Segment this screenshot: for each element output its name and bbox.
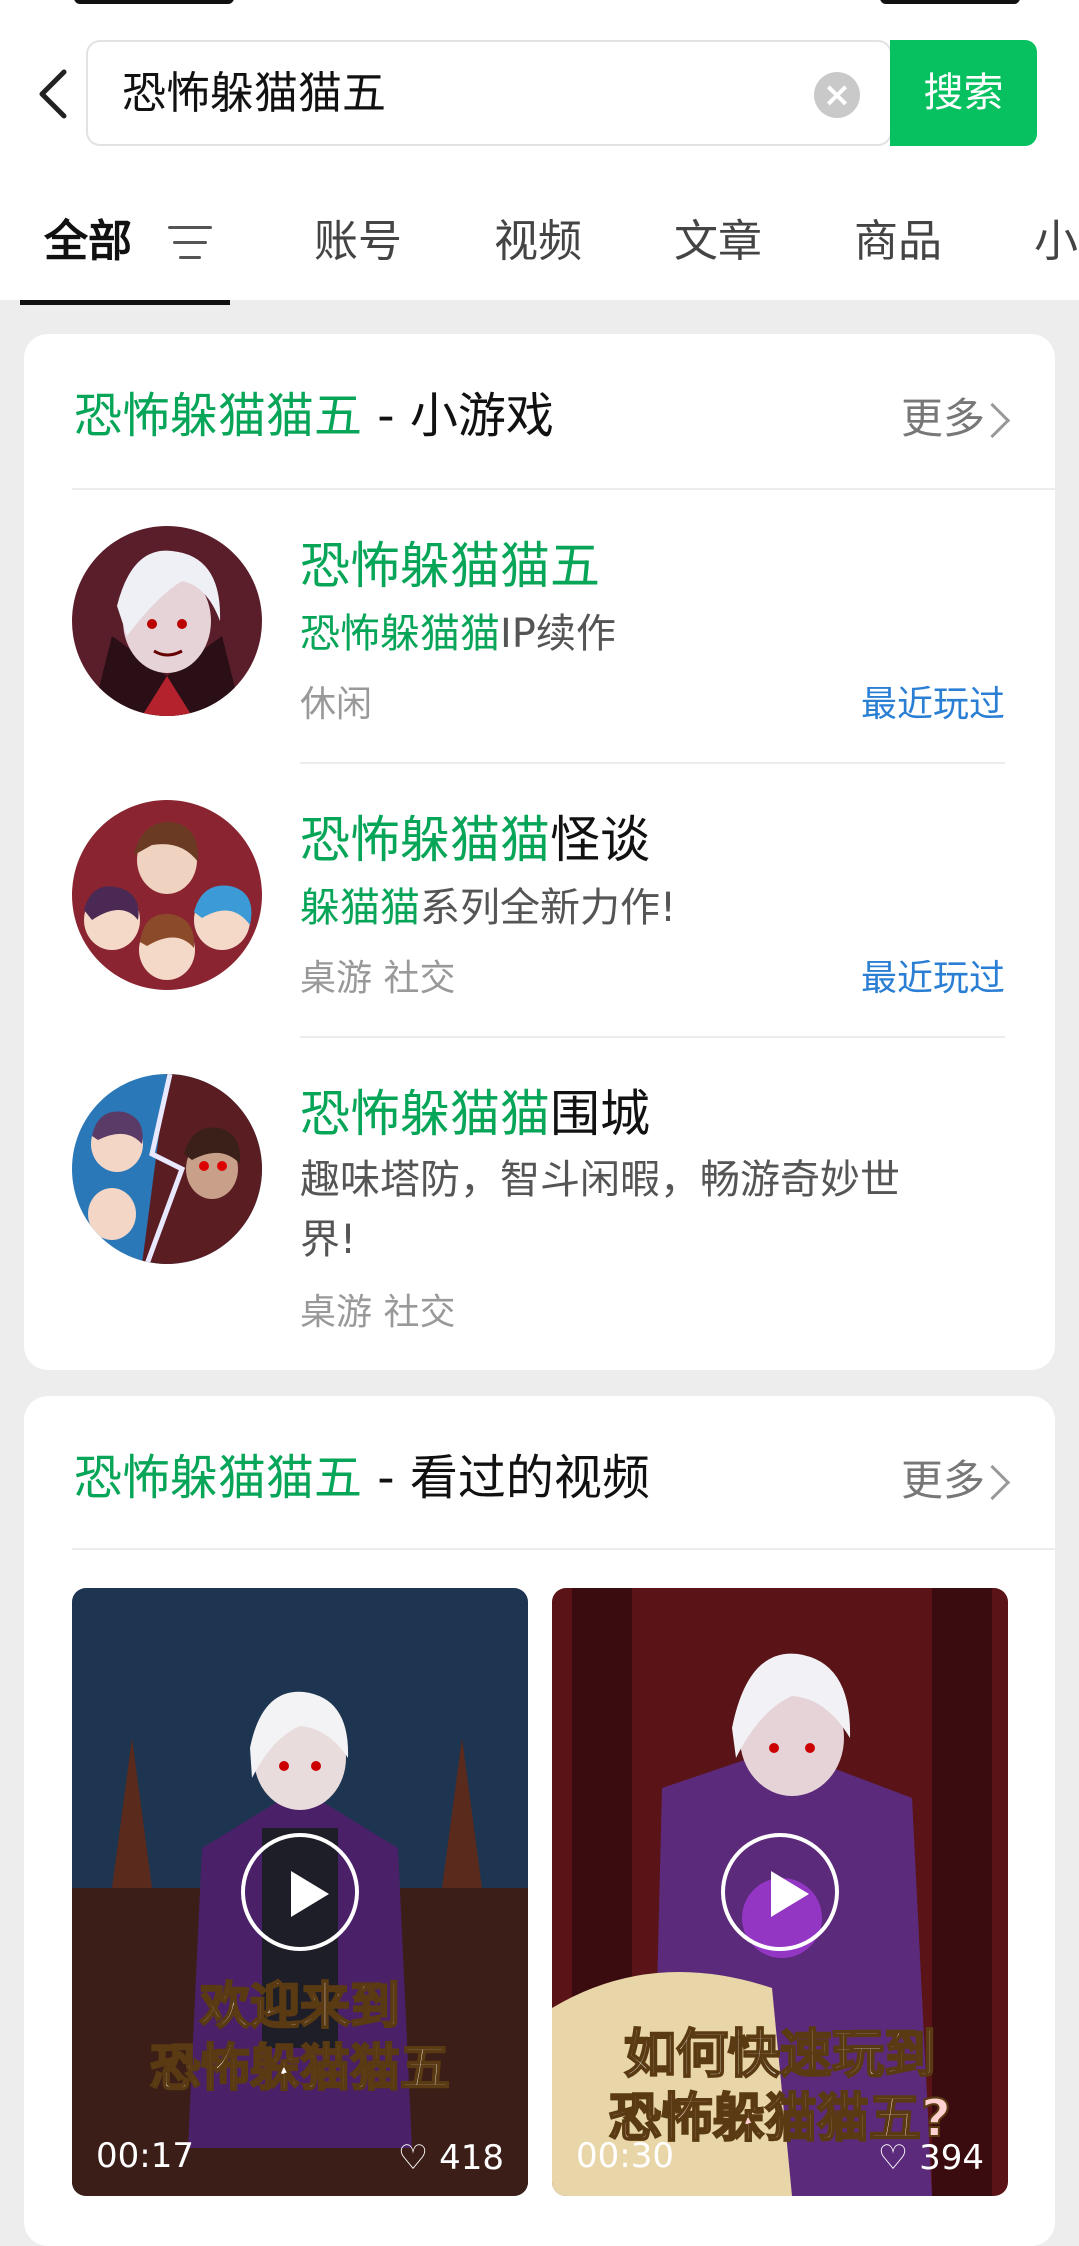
video-likes: ♡ 418 <box>397 2138 504 2178</box>
divider <box>300 762 1005 764</box>
play-icon[interactable] <box>721 1833 839 1951</box>
heart-icon: ♡ <box>397 2138 429 2178</box>
search-button[interactable]: 搜索 <box>890 40 1037 146</box>
game-title[interactable]: 恐怖躲猫猫五 <box>300 534 600 598</box>
tab-all[interactable]: 全部 <box>44 212 132 272</box>
minigames-section-title: 恐怖躲猫猫五 - 小游戏 <box>74 388 554 444</box>
watched-videos-card: 恐怖躲猫猫五 - 看过的视频 更多 欢迎来到 恐怖躲猫猫五 00:17 ♡ 41… <box>24 1396 1055 2246</box>
play-icon[interactable] <box>241 1833 359 1951</box>
game-icon-vampire[interactable] <box>72 526 262 716</box>
divider <box>72 488 1055 490</box>
active-tab-indicator <box>20 300 230 305</box>
game-icon-siege[interactable] <box>72 1074 262 1264</box>
video-thumbnail[interactable]: 欢迎来到 恐怖躲猫猫五 00:17 ♡ 418 <box>72 1588 528 2196</box>
game-description: 躲猫猫系列全新力作! <box>300 885 677 931</box>
minigames-card: 恐怖躲猫猫五 - 小游戏 更多 恐怖躲猫猫五 恐怖躲猫猫IP续作 休闲 最近玩过 <box>24 334 1055 1370</box>
videos-more-link[interactable]: 更多 <box>901 1454 985 1508</box>
search-query-text: 恐怖躲猫猫五 <box>122 68 386 119</box>
game-description: 趣味塔防，智斗闲暇，畅游奇妙世界! <box>300 1157 900 1263</box>
recently-played-badge: 最近玩过 <box>860 684 1005 725</box>
tab-videos[interactable]: 视频 <box>494 212 582 272</box>
tab-articles[interactable]: 文章 <box>674 212 762 272</box>
game-tags: 桌游 社交 <box>300 958 456 999</box>
divider <box>300 1036 1005 1038</box>
videos-section-title: 恐怖躲猫猫五 - 看过的视频 <box>74 1450 650 1506</box>
game-title[interactable]: 恐怖躲猫猫围城 <box>300 1082 650 1146</box>
video-duration: 00:17 <box>96 2136 194 2176</box>
status-bar-text-fragment <box>74 0 234 4</box>
video-caption-line2: 恐怖躲猫猫五 <box>149 2038 451 2098</box>
recently-played-badge: 最近玩过 <box>860 958 1005 999</box>
back-arrow-icon[interactable] <box>34 68 74 120</box>
game-tags: 休闲 <box>300 684 373 725</box>
tab-accounts[interactable]: 账号 <box>314 212 402 272</box>
video-likes: ♡ 394 <box>877 2138 984 2178</box>
clear-search-icon[interactable]: × <box>814 72 860 118</box>
video-thumbnail[interactable]: 如何快速玩到 恐怖躲猫猫五? 00:30 ♡ 394 <box>552 1588 1008 2196</box>
game-tags: 桌游 社交 <box>300 1292 456 1333</box>
heart-icon: ♡ <box>877 2138 909 2178</box>
minigames-more-link[interactable]: 更多 <box>901 392 985 446</box>
tab-products[interactable]: 商品 <box>854 212 942 272</box>
tab-more-partial[interactable]: 小 <box>1034 212 1078 272</box>
video-duration: 00:30 <box>576 2136 674 2176</box>
game-icon-group[interactable] <box>72 800 262 990</box>
search-input[interactable]: 恐怖躲猫猫五 × <box>86 40 892 146</box>
game-description: 恐怖躲猫猫IP续作 <box>300 611 616 657</box>
filter-icon[interactable] <box>168 222 212 262</box>
status-bar-remnant <box>0 0 1079 20</box>
divider <box>72 1548 1055 1550</box>
status-bar-icons-fragment <box>880 0 1020 4</box>
game-title[interactable]: 恐怖躲猫猫怪谈 <box>300 808 650 872</box>
